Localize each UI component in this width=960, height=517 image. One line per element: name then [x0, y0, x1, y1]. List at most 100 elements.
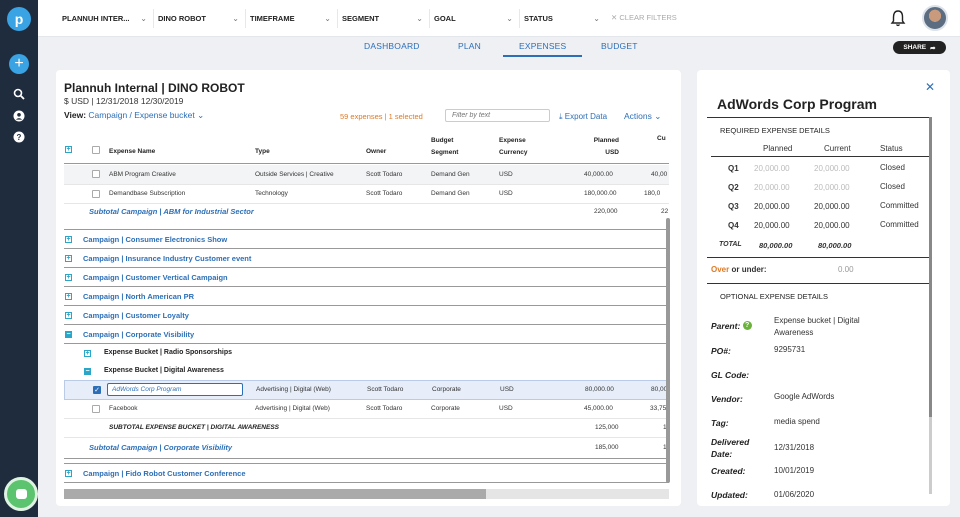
- collapse-icon[interactable]: −: [65, 331, 72, 338]
- clear-filters-button[interactable]: ✕ CLEAR FILTERS: [611, 13, 677, 22]
- delivered-date-label: Delivered Date:: [711, 437, 750, 459]
- filter-timeframe[interactable]: TIMEFRAME ⌄: [246, 9, 338, 28]
- chevron-down-icon: ⌄: [654, 111, 662, 121]
- bell-icon[interactable]: [890, 9, 908, 27]
- col-expense-name[interactable]: Expense Name: [109, 148, 155, 155]
- tab-dashboard[interactable]: DASHBOARD: [364, 41, 420, 51]
- col-budget-segment[interactable]: Budget Segment: [431, 135, 481, 159]
- filter-company[interactable]: PLANNUH INTER... ⌄: [58, 9, 154, 28]
- col-expense-currency[interactable]: Expense Currency: [499, 135, 549, 159]
- expenses-panel: Plannuh Internal | DINO ROBOT $ USD | 12…: [56, 70, 681, 506]
- campaign-row[interactable]: + Campaign | Consumer Electronics Show: [64, 230, 669, 249]
- parent-value: Expense bucket | Digital Awareness: [774, 316, 860, 337]
- col-type[interactable]: Type: [255, 148, 270, 155]
- filter-bar: PLANNUH INTER... ⌄ DINO ROBOT ⌄ TIMEFRAME ⌄…: [38, 0, 960, 37]
- tab-plan[interactable]: PLAN: [458, 41, 481, 51]
- main-tabs: DASHBOARD PLAN EXPENSES BUDGET: [0, 40, 960, 60]
- table-row[interactable]: Demandbase Subscription Technology Scott…: [64, 185, 669, 204]
- app-logo-icon[interactable]: p: [7, 7, 31, 31]
- help-icon[interactable]: ?: [742, 321, 752, 330]
- tab-expenses[interactable]: EXPENSES: [503, 41, 583, 57]
- close-icon[interactable]: ✕: [925, 80, 935, 94]
- expand-icon[interactable]: +: [65, 274, 72, 281]
- expand-all-icon[interactable]: +: [65, 146, 72, 153]
- quarter-row: Q3 20,000.00 20,000.00 Committed: [728, 201, 919, 211]
- filter-project[interactable]: DINO ROBOT ⌄: [154, 9, 246, 28]
- table-row-selected[interactable]: ✓ Advertising | Digital (Web) Scott Toda…: [64, 380, 669, 400]
- avatar[interactable]: [922, 5, 948, 31]
- table-row[interactable]: Facebook Advertising | Digital (Web) Sco…: [64, 400, 669, 419]
- po-value[interactable]: 9295731: [774, 345, 805, 354]
- chevron-down-icon: ⌄: [506, 14, 513, 23]
- export-data-button[interactable]: ⤓ Export Data: [559, 112, 607, 122]
- svg-text:?: ?: [17, 133, 22, 142]
- subtotal-row: Subtotal Campaign | ABM for Industrial S…: [64, 204, 669, 230]
- collapse-icon[interactable]: −: [84, 368, 91, 375]
- divider: [707, 283, 930, 284]
- share-button[interactable]: SHARE ➦: [893, 41, 946, 54]
- updated-label: Updated:: [711, 490, 748, 500]
- expand-icon[interactable]: +: [65, 255, 72, 262]
- over-under-value: 0.00: [838, 265, 854, 274]
- created-label: Created:: [711, 466, 746, 476]
- vendor-value[interactable]: Google AdWords: [774, 392, 834, 401]
- col-owner[interactable]: Owner: [366, 148, 386, 155]
- bucket-row[interactable]: + Expense Bucket | Radio Sponsorships: [64, 344, 669, 363]
- row-checkbox-checked[interactable]: ✓: [93, 386, 101, 394]
- expand-icon[interactable]: +: [84, 350, 91, 357]
- expand-icon[interactable]: +: [65, 236, 72, 243]
- tab-budget[interactable]: BUDGET: [601, 41, 638, 51]
- col-current[interactable]: Cu: [657, 135, 666, 142]
- quarter-row: Q4 20,000.00 20,000.00 Committed: [728, 220, 919, 230]
- user-icon[interactable]: [11, 108, 27, 124]
- expand-icon[interactable]: +: [65, 470, 72, 477]
- tag-value[interactable]: media spend: [774, 417, 820, 426]
- row-checkbox[interactable]: [92, 170, 100, 178]
- select-all-checkbox[interactable]: [92, 146, 100, 154]
- divider: [707, 257, 930, 258]
- search-icon[interactable]: [11, 86, 27, 102]
- col-planned[interactable]: Planned USD: [584, 135, 619, 159]
- scrollbar-thumb[interactable]: [64, 489, 486, 499]
- chevron-down-icon: ⌄: [140, 14, 147, 23]
- expense-name-input[interactable]: [107, 383, 243, 396]
- expense-detail-panel: ✕ AdWords Corp Program REQUIRED EXPENSE …: [697, 70, 950, 506]
- bucket-row[interactable]: − Expense Bucket | Digital Awareness: [64, 363, 669, 380]
- vendor-label: Vendor:: [711, 394, 743, 404]
- horizontal-scrollbar[interactable]: [64, 489, 669, 499]
- expand-icon[interactable]: +: [65, 293, 72, 300]
- campaign-row[interactable]: + Campaign | Fido Robot Customer Confere…: [64, 463, 669, 483]
- po-label: PO#:: [711, 346, 731, 356]
- row-checkbox[interactable]: [92, 405, 100, 413]
- chevron-down-icon: ⌄: [416, 14, 423, 23]
- parent-label: Parent: ?: [711, 321, 752, 331]
- expand-icon[interactable]: +: [65, 312, 72, 319]
- campaign-row[interactable]: + Campaign | Customer Vertical Campaign: [64, 268, 669, 287]
- filter-goal[interactable]: GOAL ⌄: [430, 9, 520, 28]
- delivered-date-value[interactable]: 12/31/2018: [774, 443, 814, 452]
- detail-scrollbar[interactable]: [929, 117, 932, 494]
- expense-count: 59 expenses | 1 selected: [340, 112, 423, 121]
- optional-section-title: OPTIONAL EXPENSE DETAILS: [720, 292, 828, 301]
- view-selector[interactable]: View: Campaign / Expense bucket ⌄: [64, 110, 204, 121]
- chat-icon[interactable]: [4, 477, 38, 511]
- vertical-scrollbar[interactable]: [666, 218, 670, 483]
- filter-text-input[interactable]: [445, 109, 550, 122]
- row-checkbox[interactable]: [92, 190, 100, 198]
- updated-value: 01/06/2020: [774, 490, 815, 499]
- filter-status[interactable]: STATUS ⌄: [520, 9, 606, 28]
- filter-segment[interactable]: SEGMENT ⌄: [338, 9, 430, 28]
- scrollbar-thumb[interactable]: [929, 117, 932, 417]
- bucket-subtotal-row: SUBTOTAL EXPENSE BUCKET | DIGITAL AWAREN…: [64, 419, 669, 438]
- chevron-down-icon: ⌄: [324, 14, 331, 23]
- actions-menu[interactable]: Actions ⌄: [624, 111, 661, 122]
- campaign-row[interactable]: + Campaign | Insurance Industry Customer…: [64, 249, 669, 268]
- page-subtitle: $ USD | 12/31/2018 12/30/2019: [64, 96, 184, 106]
- campaign-row[interactable]: − Campaign | Corporate Visibility: [64, 325, 669, 344]
- campaign-row[interactable]: + Campaign | North American PR: [64, 287, 669, 306]
- help-icon[interactable]: ?: [11, 129, 27, 145]
- campaign-row[interactable]: + Campaign | Customer Loyalty: [64, 306, 669, 325]
- expense-table: + Expense Name Type Owner Budget Segment…: [64, 126, 669, 488]
- table-header: + Expense Name Type Owner Budget Segment…: [64, 126, 669, 164]
- table-row[interactable]: ABM Program Creative Outside Services | …: [64, 165, 669, 185]
